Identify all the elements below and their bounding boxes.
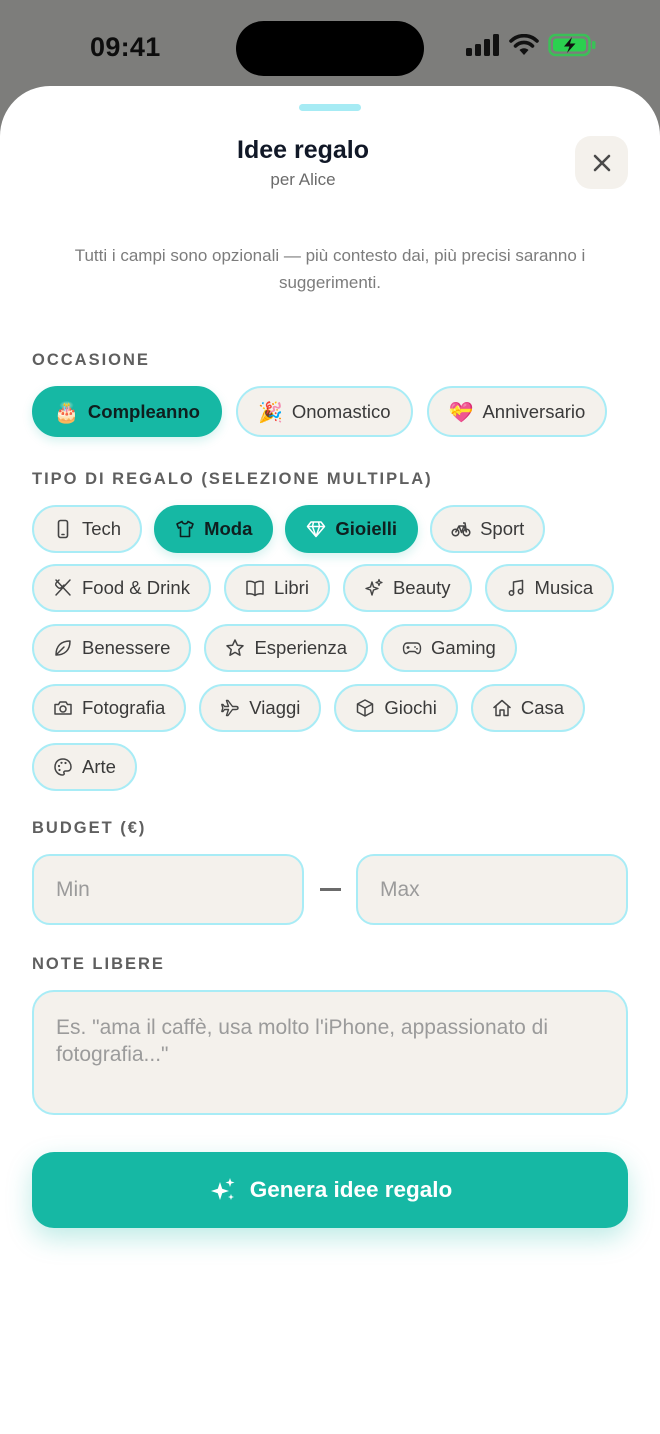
book-icon (245, 578, 265, 598)
gift-chip-libri[interactable]: Libri (223, 564, 330, 612)
wifi-icon (509, 33, 539, 61)
gift-type-row-3: Benessere Esperienza Gaming (32, 624, 517, 672)
chip-label: Musica (534, 577, 594, 598)
sparkles-icon (210, 1178, 235, 1200)
gift-chip-gioielli[interactable]: Gioielli (285, 505, 419, 553)
budget-range-dash (320, 888, 341, 891)
bicycle-icon (451, 519, 471, 539)
diamond-icon (306, 519, 326, 539)
chip-label: Anniversario (482, 400, 586, 422)
gift-chip-viaggi[interactable]: Viaggi (199, 684, 322, 732)
chip-label: Tech (82, 518, 122, 539)
chip-label: Viaggi (249, 697, 301, 718)
chip-label: Esperienza (254, 637, 348, 658)
chip-label: Beauty (392, 577, 451, 598)
gift-chip-casa[interactable]: Casa (470, 684, 586, 732)
birthday-cake-icon: 🎂 (54, 399, 79, 424)
gift-ideas-sheet: Idee regalo per Alice Tutti i campi sono… (0, 86, 660, 1434)
tshirt-icon (175, 519, 195, 539)
sheet-title: Idee regalo (237, 136, 369, 164)
chip-label: Sport (480, 518, 525, 539)
gift-chip-gaming[interactable]: Gaming (381, 624, 517, 672)
generate-ideas-button[interactable]: Genera idee regalo (32, 1152, 628, 1228)
sheet-subtitle: per Alice (270, 170, 336, 189)
chip-label: Giochi (384, 697, 437, 718)
chip-label: Gioielli (335, 518, 398, 539)
gift-chip-musica[interactable]: Musica (484, 564, 615, 612)
gift-chip-beauty[interactable]: Beauty (342, 564, 472, 612)
chip-label: Libri (273, 577, 309, 598)
status-bar: 09:41 (0, 0, 660, 90)
gamepad-icon (402, 638, 422, 658)
star-icon (225, 638, 245, 658)
gift-chip-food-drink[interactable]: Food & Drink (32, 564, 211, 612)
occasion-chip-onomastico[interactable]: 🎉 Onomastico (235, 386, 413, 437)
cellular-signal-icon (466, 33, 500, 61)
notes-textarea[interactable]: Es. "ama il caffè, usa molto l'iPhone, a… (32, 990, 628, 1115)
chip-label: Arte (82, 756, 116, 777)
chip-label: Compleanno (87, 400, 200, 422)
chip-label: Food & Drink (82, 577, 190, 598)
budget-label: BUDGET (€) (32, 819, 147, 837)
smartphone-icon (53, 519, 73, 539)
gift-chip-tech[interactable]: Tech (32, 505, 143, 553)
cube-icon (355, 698, 375, 718)
gift-chip-esperienza[interactable]: Esperienza (204, 624, 369, 672)
sparkles-icon (364, 578, 384, 598)
party-popper-icon: 🎉 (257, 399, 283, 424)
gift-type-row-2: Food & Drink Libri Beauty Musica (32, 564, 615, 612)
chip-label: Casa (520, 697, 565, 718)
gift-chip-giochi[interactable]: Giochi (334, 684, 458, 732)
fork-knife-icon (53, 578, 73, 598)
gift-type-row-4: Fotografia Viaggi Giochi Casa (32, 684, 586, 732)
status-icons (466, 33, 598, 62)
occasion-label: OCCASIONE (32, 351, 150, 369)
sheet-grabber[interactable] (299, 104, 361, 111)
gift-type-row-5: Arte (32, 743, 137, 791)
house-icon (492, 698, 512, 718)
close-button[interactable] (575, 136, 628, 189)
intro-text: Tutti i campi sono opzionali — più conte… (74, 246, 586, 292)
gift-chip-moda[interactable]: Moda (154, 505, 274, 553)
chip-label: Moda (204, 518, 253, 539)
gift-type-label: TIPO DI REGALO (SELEZIONE MULTIPLA) (32, 470, 433, 488)
heart-gift-icon: 💝 (448, 399, 474, 424)
camera-icon (53, 698, 73, 718)
budget-max-input[interactable]: Max (356, 854, 628, 925)
budget-min-input[interactable]: Min (32, 854, 304, 925)
occasion-chip-compleanno[interactable]: 🎂 Compleanno (32, 386, 222, 437)
notes-label: NOTE LIBERE (32, 955, 165, 973)
chip-label: Fotografia (82, 697, 166, 718)
music-note-icon (506, 578, 526, 598)
gift-chip-benessere[interactable]: Benessere (32, 624, 192, 672)
chip-label: Gaming (431, 637, 496, 658)
gift-chip-fotografia[interactable]: Fotografia (32, 684, 187, 732)
dynamic-island (236, 21, 424, 76)
status-time: 09:41 (90, 32, 161, 62)
close-icon (593, 154, 610, 171)
occasion-chip-anniversario[interactable]: 💝 Anniversario (426, 386, 608, 437)
plane-icon (220, 698, 240, 718)
gift-chip-sport[interactable]: Sport (430, 505, 546, 553)
occasion-chips: 🎂 Compleanno 🎉 Onomastico 💝 Anniversario (32, 386, 608, 437)
gift-type-row-1: Tech Moda Gioielli Sport (32, 505, 546, 553)
palette-icon (53, 757, 73, 777)
gift-chip-arte[interactable]: Arte (32, 743, 137, 791)
chip-label: Onomastico (291, 400, 391, 422)
battery-charging-icon (548, 33, 598, 62)
leaf-icon (53, 638, 73, 658)
chip-label: Benessere (82, 637, 171, 658)
generate-button-label: Genera idee regalo (249, 1177, 453, 1202)
